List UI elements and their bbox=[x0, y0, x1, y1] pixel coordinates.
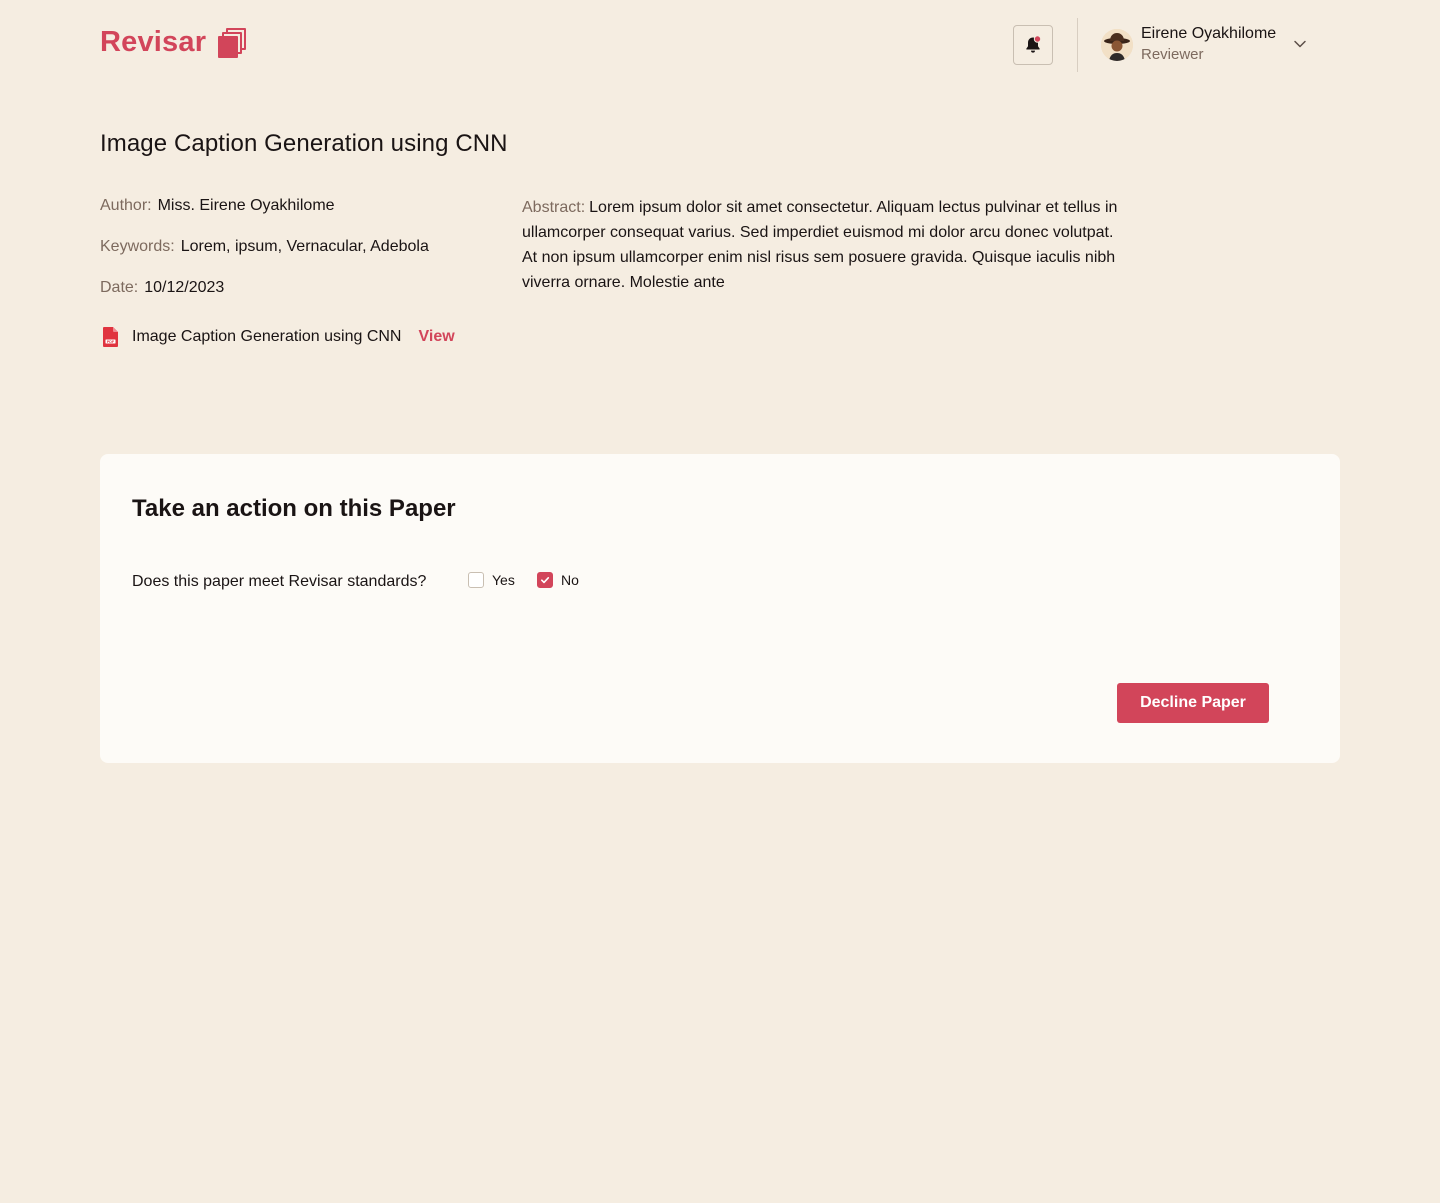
date-label: Date: bbox=[100, 279, 139, 296]
stacked-pages-icon bbox=[218, 27, 247, 58]
date-value: 10/12/2023 bbox=[144, 279, 225, 296]
file-name: Image Caption Generation using CNN bbox=[132, 328, 402, 345]
paper-file: PDF Image Caption Generation using CNN V… bbox=[100, 326, 455, 348]
user-role: Reviewer bbox=[1141, 46, 1204, 63]
svg-text:PDF: PDF bbox=[107, 340, 115, 344]
bell-icon bbox=[1026, 35, 1042, 53]
top-header: Revisar Eirene Oyakhilome Reviewer bbox=[0, 0, 1440, 90]
no-checkbox[interactable] bbox=[537, 572, 553, 588]
date-row: Date: 10/12/2023 bbox=[100, 277, 224, 299]
app-logo[interactable]: Revisar bbox=[100, 26, 247, 59]
user-menu[interactable]: Eirene Oyakhilome Reviewer bbox=[1101, 24, 1276, 66]
decline-paper-button[interactable]: Decline Paper bbox=[1117, 683, 1269, 723]
app-logo-text: Revisar bbox=[100, 26, 207, 58]
view-file-link[interactable]: View bbox=[418, 328, 454, 346]
pdf-file-icon: PDF bbox=[103, 327, 118, 347]
abstract: Abstract: Lorem ipsum dolor sit amet cons… bbox=[522, 195, 1122, 295]
notification-button[interactable] bbox=[1013, 25, 1053, 65]
action-card-title: Take an action on this Paper bbox=[132, 495, 456, 522]
avatar-icon bbox=[1101, 29, 1133, 61]
option-yes[interactable]: Yes bbox=[468, 572, 515, 588]
action-card: Take an action on this Paper Does this p… bbox=[100, 454, 1340, 763]
option-no-label: No bbox=[561, 572, 579, 588]
standards-question: Does this paper meet Revisar standards? bbox=[132, 573, 427, 590]
author-label: Author: bbox=[100, 197, 152, 214]
author-value: Miss. Eirene Oyakhilome bbox=[157, 197, 335, 214]
user-name: Eirene Oyakhilome bbox=[1141, 25, 1277, 42]
keywords-value: Lorem, ipsum, Vernacular, Adebola bbox=[180, 238, 429, 255]
keywords-label: Keywords: bbox=[100, 238, 175, 255]
abstract-label: Abstract: bbox=[522, 199, 586, 216]
abstract-text: Lorem ipsum dolor sit amet consectetur. … bbox=[522, 199, 1118, 291]
author-row: Author: Miss. Eirene Oyakhilome bbox=[100, 195, 335, 217]
option-no[interactable]: No bbox=[537, 572, 579, 588]
option-yes-label: Yes bbox=[492, 572, 515, 588]
chevron-down-icon[interactable] bbox=[1292, 38, 1308, 50]
page-title: Image Caption Generation using CNN bbox=[100, 130, 508, 157]
header-divider bbox=[1077, 18, 1078, 72]
checkmark-icon bbox=[541, 577, 550, 584]
yes-checkbox[interactable] bbox=[468, 572, 484, 588]
keywords-row: Keywords: Lorem, ipsum, Vernacular, Adebo… bbox=[100, 236, 429, 258]
